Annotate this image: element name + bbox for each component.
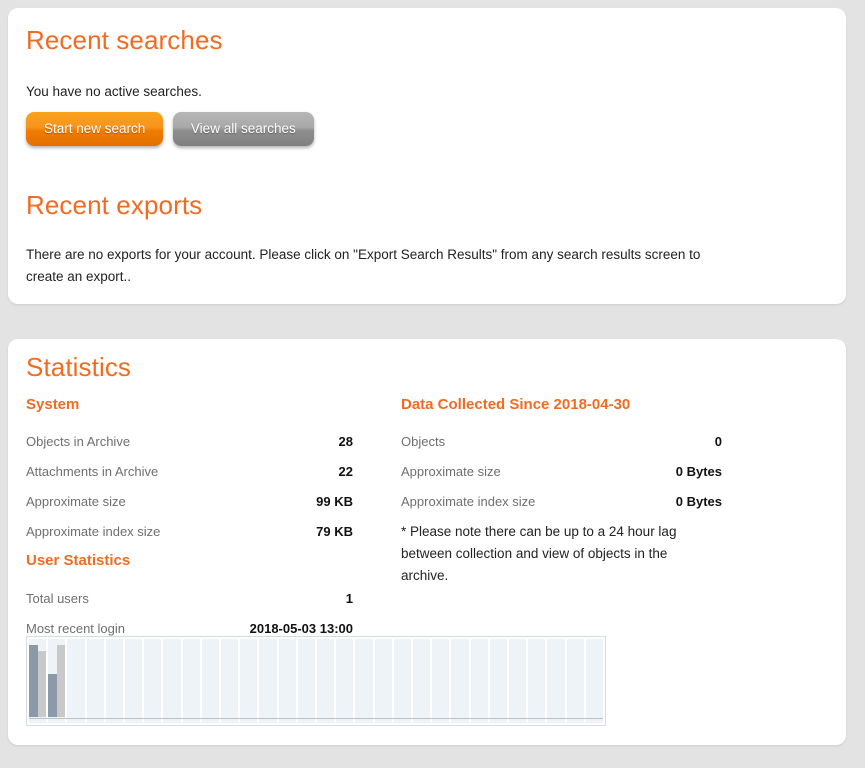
chart-bar bbox=[56, 645, 66, 717]
stat-row: Objects 0 bbox=[401, 427, 722, 457]
system-stat-label: Approximate index size bbox=[26, 524, 161, 539]
system-stat-value: 28 bbox=[338, 434, 353, 449]
collected-stat-label: Objects bbox=[401, 434, 446, 449]
chart-column bbox=[278, 639, 298, 723]
user-stat-value: 1 bbox=[345, 591, 353, 606]
chart-column bbox=[547, 639, 567, 723]
system-stat-label: Approximate size bbox=[26, 494, 126, 509]
stat-row: Objects in Archive 28 bbox=[26, 427, 353, 457]
data-collected-section-heading: Data Collected Since 2018-04-30 bbox=[401, 396, 631, 413]
chart-column bbox=[182, 639, 202, 723]
chart-column bbox=[528, 639, 548, 723]
chart-plot-area bbox=[29, 639, 605, 723]
chart-bar bbox=[48, 674, 57, 717]
chart-column bbox=[86, 639, 106, 723]
system-stat-value: 22 bbox=[338, 464, 353, 479]
user-stat-label: Total users bbox=[26, 591, 89, 606]
start-new-search-button[interactable]: Start new search bbox=[26, 112, 164, 146]
no-active-searches-message: You have no active searches. bbox=[26, 84, 202, 99]
collected-stat-value: 0 Bytes bbox=[675, 464, 722, 479]
chart-column bbox=[509, 639, 529, 723]
chart-column bbox=[125, 639, 145, 723]
no-exports-message: There are no exports for your account. P… bbox=[26, 247, 701, 284]
chart-baseline bbox=[29, 718, 603, 719]
chart-column bbox=[489, 639, 509, 723]
chart-column bbox=[432, 639, 452, 723]
collected-stat-label: Approximate index size bbox=[401, 494, 536, 509]
chart-column bbox=[201, 639, 221, 723]
statistics-panel: Statistics System Objects in Archive 28 At… bbox=[8, 339, 846, 745]
chart-column bbox=[413, 639, 433, 723]
user-statistics-section-heading: User Statistics bbox=[26, 552, 131, 569]
login-activity-chart bbox=[26, 636, 606, 726]
stat-row: Total users 1 bbox=[26, 584, 353, 614]
chart-column bbox=[259, 639, 279, 723]
chart-column bbox=[67, 639, 87, 723]
recent-activity-panel: Recent searches You have no active searc… bbox=[8, 8, 846, 304]
system-stat-value: 79 KB bbox=[316, 524, 353, 539]
system-stat-value: 99 KB bbox=[316, 494, 353, 509]
stat-row: Approximate index size 79 KB bbox=[26, 517, 353, 547]
stat-row: Approximate index size 0 Bytes bbox=[401, 487, 722, 517]
stat-row: Approximate size 0 Bytes bbox=[401, 457, 722, 487]
system-section-heading: System bbox=[26, 396, 80, 413]
stat-row: Attachments in Archive 22 bbox=[26, 457, 353, 487]
statistics-title: Statistics bbox=[26, 352, 132, 382]
chart-column bbox=[240, 639, 260, 723]
chart-column bbox=[336, 639, 356, 723]
chart-column bbox=[144, 639, 164, 723]
recent-exports-title: Recent exports bbox=[26, 190, 203, 220]
collected-stat-label: Approximate size bbox=[401, 464, 501, 479]
chart-bar bbox=[29, 645, 38, 717]
stat-row: Approximate size 99 KB bbox=[26, 487, 353, 517]
recent-searches-title: Recent searches bbox=[26, 25, 223, 55]
data-lag-note: * Please note there can be up to a 24 ho… bbox=[401, 524, 677, 583]
chart-column bbox=[585, 639, 605, 723]
collected-stat-value: 0 Bytes bbox=[675, 494, 722, 509]
search-actions-row: Start new search View all searches bbox=[26, 112, 314, 146]
chart-column bbox=[451, 639, 471, 723]
system-stat-label: Attachments in Archive bbox=[26, 464, 159, 479]
chart-column bbox=[163, 639, 183, 723]
chart-column bbox=[355, 639, 375, 723]
system-stat-label: Objects in Archive bbox=[26, 434, 131, 449]
view-all-searches-button[interactable]: View all searches bbox=[172, 112, 314, 146]
collected-stat-value: 0 bbox=[714, 434, 722, 449]
chart-column bbox=[317, 639, 337, 723]
chart-column bbox=[297, 639, 317, 723]
chart-column bbox=[221, 639, 241, 723]
chart-column bbox=[105, 639, 125, 723]
chart-column bbox=[374, 639, 394, 723]
chart-column bbox=[393, 639, 413, 723]
chart-column bbox=[470, 639, 490, 723]
chart-column bbox=[566, 639, 586, 723]
chart-bar bbox=[37, 651, 47, 717]
